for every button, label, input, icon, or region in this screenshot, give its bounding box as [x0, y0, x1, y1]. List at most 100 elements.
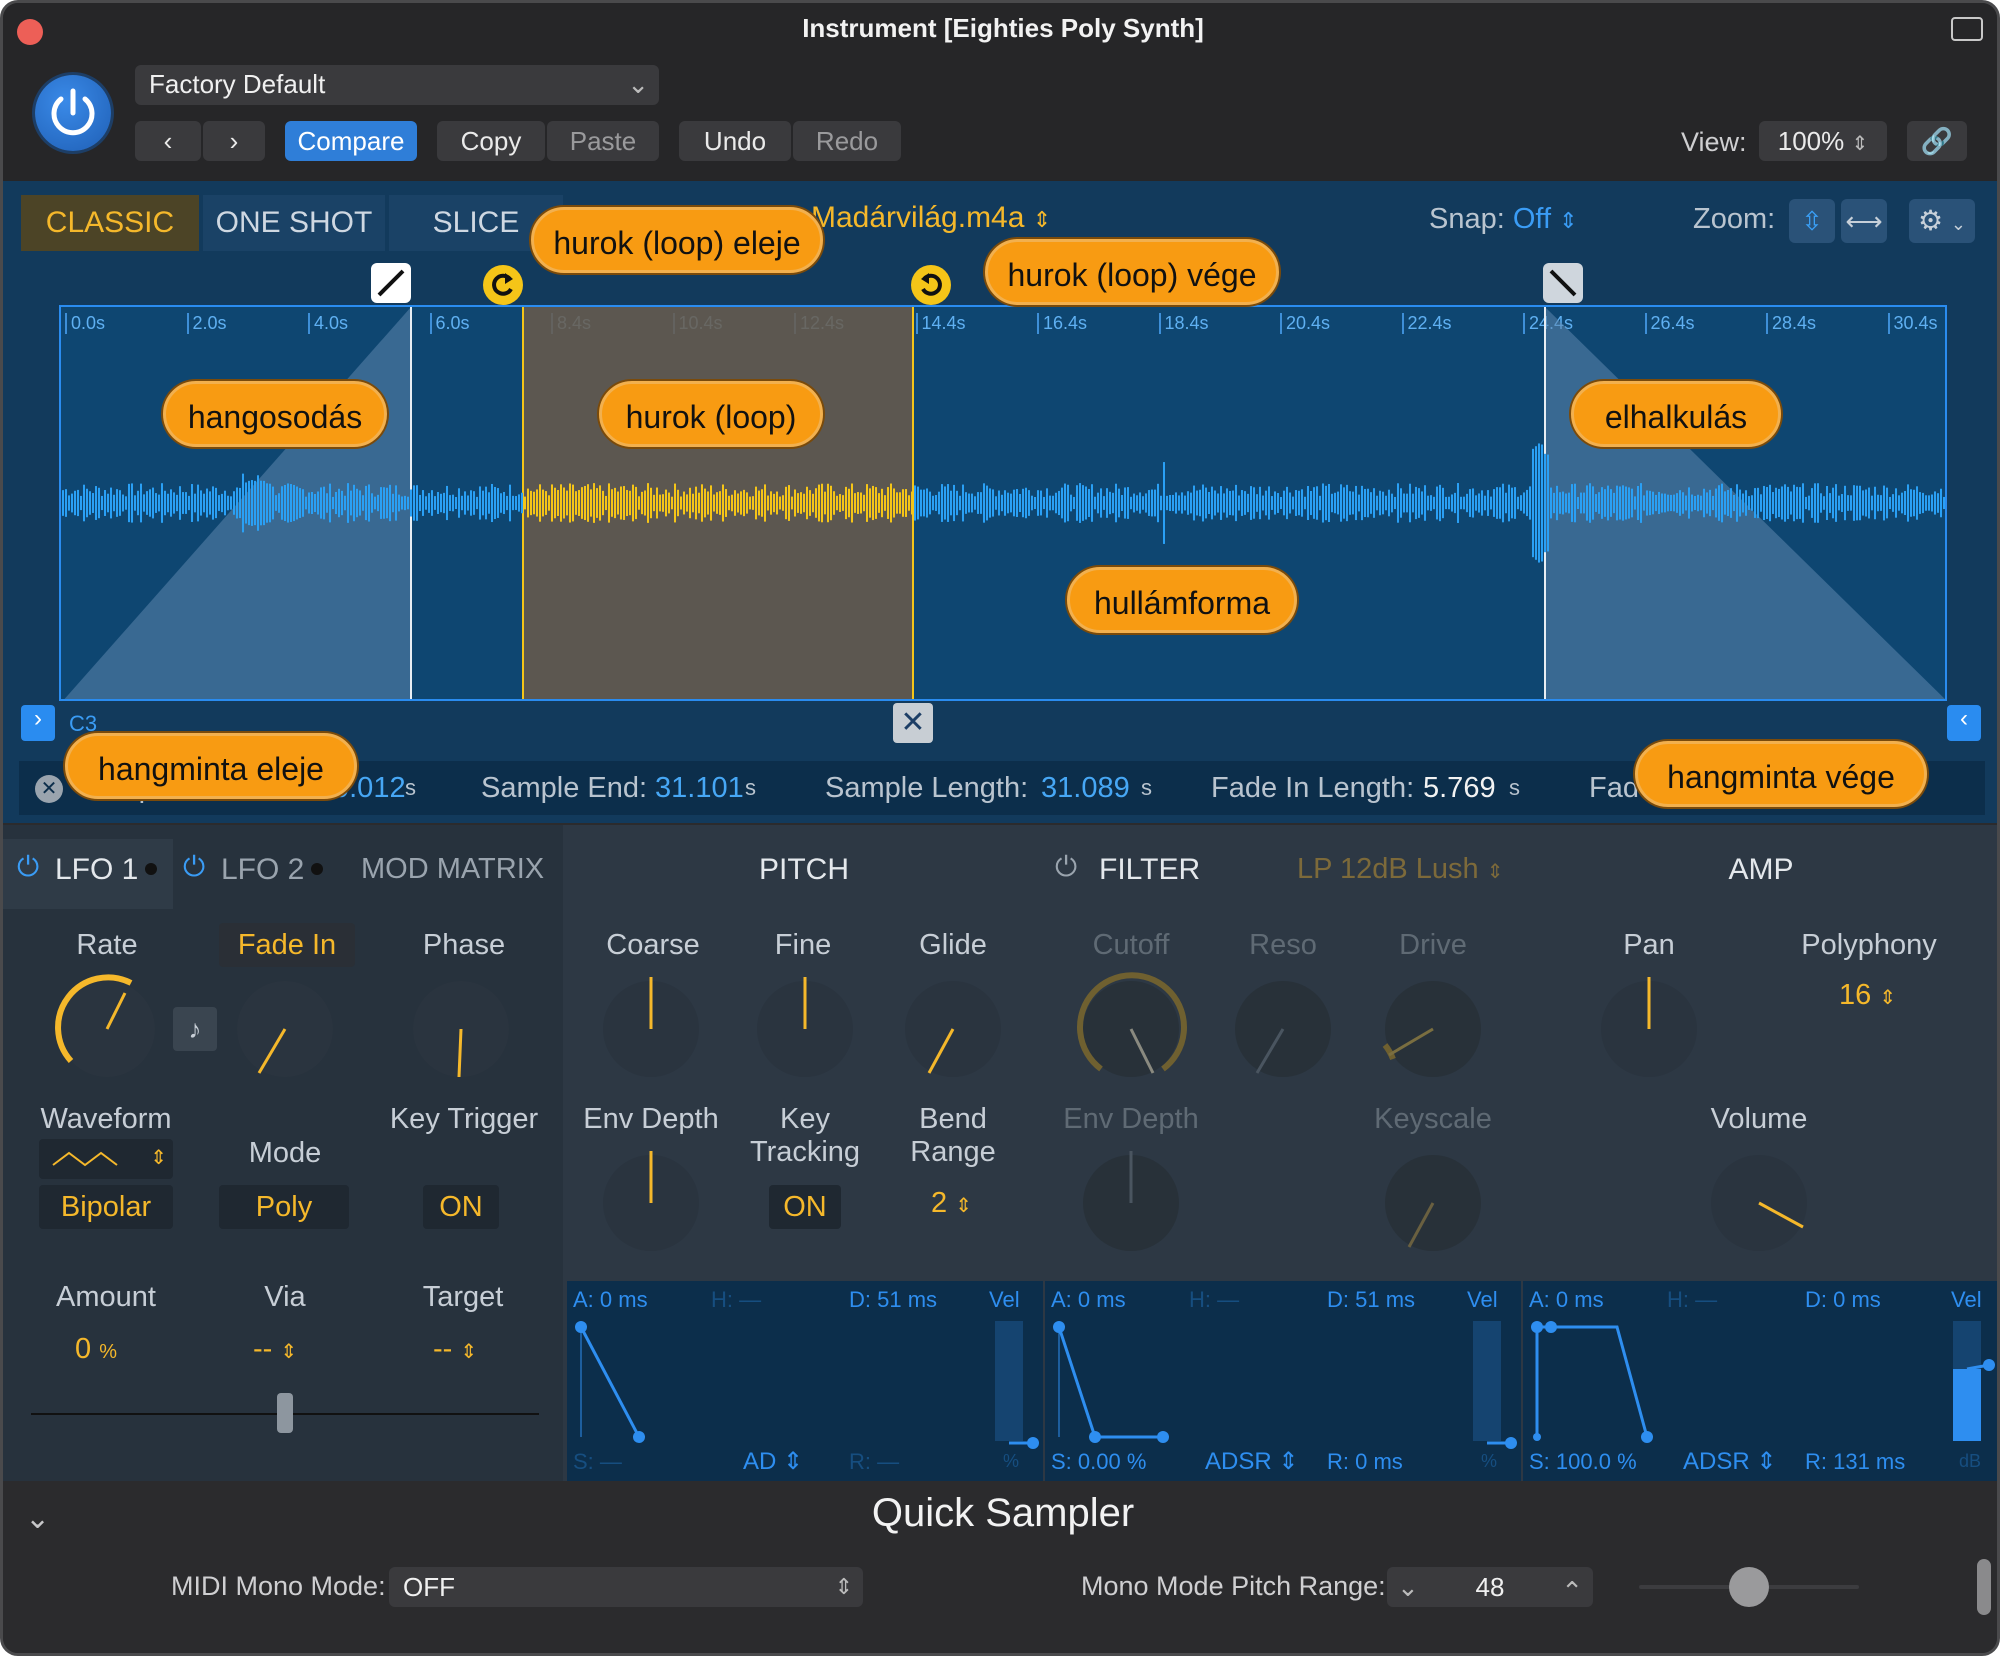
scroll-right-button[interactable]: ‹ — [1947, 705, 1981, 741]
preset-dropdown[interactable]: Factory Default ⌄ — [135, 65, 659, 105]
file-name-select[interactable]: Madárvilág.m4a ⇕ — [811, 201, 1051, 235]
loop-start-handle[interactable] — [483, 265, 523, 305]
polyphony-select[interactable]: 16 ⇕ — [1839, 979, 1896, 1012]
rate-knob[interactable] — [47, 969, 167, 1089]
zoom-vertical-button[interactable]: ⇳ — [1789, 199, 1835, 243]
tab-mod-matrix[interactable]: MOD MATRIX — [361, 853, 544, 886]
filter-type-value: LP 12dB Lush — [1297, 853, 1479, 885]
power-button[interactable] — [35, 75, 111, 151]
filter-type-select[interactable]: LP 12dB Lush ⇕ — [1297, 853, 1504, 886]
callout-fade-out: elhalkulás — [1571, 381, 1781, 447]
power-icon[interactable]: ⏻ — [1055, 851, 1077, 884]
decrement-button[interactable]: ⌄ — [1397, 1567, 1419, 1607]
callout-loop-start: hurok (loop) eleje — [531, 207, 823, 273]
scrollbar[interactable] — [1977, 1559, 1991, 1615]
keyscale-knob[interactable] — [1373, 1143, 1493, 1263]
status-led-icon — [311, 863, 323, 875]
power-icon[interactable]: ⏻ — [17, 851, 39, 884]
loop-start-icon — [492, 273, 513, 296]
pitch-range-stepper[interactable]: ⌄ 48 ⌃ — [1387, 1567, 1593, 1607]
fade-in-handle[interactable] — [371, 263, 411, 303]
loop-end-handle[interactable] — [911, 265, 951, 305]
via-select[interactable]: -- ⇕ — [253, 1333, 297, 1366]
bend-range-select[interactable]: 2 ⇕ — [931, 1187, 972, 1220]
clear-icon[interactable]: ✕ — [35, 775, 63, 803]
link-button[interactable]: 🔗 — [1907, 121, 1967, 161]
fade-in-mode-button[interactable]: Fade In — [219, 923, 355, 967]
copy-button[interactable]: Copy — [437, 121, 545, 161]
phase-label: Phase — [422, 929, 506, 961]
tray-icon[interactable] — [1951, 17, 1983, 41]
compare-button[interactable]: Compare — [285, 121, 417, 161]
prev-preset-button[interactable]: ‹ — [135, 121, 201, 161]
filter-envelope[interactable]: A: 0 ms H: — D: 51 ms Vel S: 0.00 % ADSR… — [1045, 1281, 1521, 1481]
via-label: Via — [264, 1281, 306, 1313]
amount-slider-thumb[interactable] — [277, 1393, 293, 1433]
filter-title: FILTER — [1099, 853, 1201, 886]
amount-value[interactable]: 0 % — [75, 1333, 117, 1366]
drive-knob[interactable] — [1373, 969, 1493, 1089]
unit-label: s — [405, 775, 416, 800]
tempo-sync-button[interactable]: ♪ — [173, 1007, 217, 1051]
paste-button[interactable]: Paste — [547, 121, 659, 161]
env-mode-select[interactable]: ADSR ⇕ — [1683, 1447, 1776, 1476]
callout-sample-end: hangminta vége — [1635, 741, 1927, 807]
env-mode-select[interactable]: AD ⇕ — [743, 1447, 803, 1476]
callout-loop-end: hurok (loop) vége — [985, 239, 1279, 305]
tab-classic[interactable]: CLASSIC — [21, 195, 199, 251]
fade-out-handle[interactable] — [1543, 263, 1583, 303]
snap-control[interactable]: Snap: Off ⇕ — [1429, 203, 1578, 236]
callout-sample-start: hangminta eleje — [65, 733, 357, 799]
waveform-select[interactable]: ⇕ — [39, 1139, 173, 1179]
redo-button[interactable]: Redo — [793, 121, 901, 161]
close-icon: ✕ — [900, 706, 926, 739]
footer-slider-thumb[interactable] — [1729, 1567, 1769, 1607]
reso-knob[interactable] — [1223, 969, 1343, 1089]
fade-in-length-value[interactable]: 5.769 — [1423, 761, 1496, 815]
waveform-display[interactable]: 0.0s2.0s4.0s6.0s8.4s10.4s12.4s14.4s16.4s… — [59, 305, 1947, 701]
volume-label: Volume — [1710, 1103, 1808, 1135]
fade-in-knob[interactable] — [225, 969, 345, 1089]
undo-button[interactable]: Undo — [679, 121, 791, 161]
key-trigger-button[interactable]: ON — [423, 1185, 499, 1229]
view-zoom-select[interactable]: 100% ⇕ — [1759, 121, 1887, 161]
zoom-vertical-icon: ⇳ — [1801, 206, 1823, 236]
coarse-label: Coarse — [606, 929, 700, 961]
amount-number: 0 — [75, 1333, 92, 1365]
pitch-env-depth-knob[interactable] — [591, 1143, 711, 1263]
settings-button[interactable]: ⚙ ⌄ — [1909, 199, 1975, 243]
midi-mono-mode-select[interactable]: OFF ⇕ — [389, 1567, 863, 1607]
sample-end-value[interactable]: 31.101 — [655, 761, 744, 815]
glide-knob[interactable] — [893, 969, 1013, 1089]
zoom-horizontal-button[interactable]: ⟷ — [1841, 199, 1887, 243]
target-select[interactable]: -- ⇕ — [433, 1333, 477, 1366]
pitch-envelope[interactable]: A: 0 ms H: — D: 51 ms Vel S: — AD ⇕ R: —… — [567, 1281, 1043, 1481]
cutoff-knob[interactable] — [1071, 969, 1191, 1089]
unit-label: % — [1481, 1451, 1498, 1471]
scroll-left-button[interactable]: › — [21, 705, 55, 741]
pitch-env-graph — [575, 1321, 1039, 1449]
rate-label: Rate — [76, 929, 138, 961]
poly-button[interactable]: Poly — [219, 1185, 349, 1229]
sample-length-value[interactable]: 31.089 — [1041, 761, 1130, 815]
tab-lfo2[interactable]: LFO 2 — [221, 853, 304, 887]
delete-marker-button[interactable]: ✕ — [893, 703, 933, 743]
coarse-knob[interactable] — [591, 969, 711, 1089]
power-icon[interactable]: ⏻ — [183, 851, 205, 884]
chevron-down-icon: ⌄ — [627, 69, 649, 99]
pan-knob[interactable] — [1589, 969, 1709, 1089]
env-mode-select[interactable]: ADSR ⇕ — [1205, 1447, 1298, 1476]
filter-env-depth-knob[interactable] — [1071, 1143, 1191, 1263]
tab-one-shot[interactable]: ONE SHOT — [203, 195, 385, 251]
bipolar-button[interactable]: Bipolar — [39, 1185, 173, 1229]
key-tracking-button[interactable]: ON — [769, 1185, 841, 1229]
amp-envelope[interactable]: A: 0 ms H: — D: 0 ms Vel S: 100.0 % ADSR… — [1523, 1281, 1997, 1481]
plugin-window: Instrument [Eighties Poly Synth] Factory… — [0, 0, 2000, 1656]
phase-knob[interactable] — [401, 969, 521, 1089]
volume-knob[interactable] — [1699, 1143, 1819, 1263]
increment-button[interactable]: ⌃ — [1561, 1571, 1583, 1611]
next-preset-button[interactable]: › — [203, 121, 265, 161]
key-trigger-label: Key Trigger — [389, 1103, 539, 1135]
fine-knob[interactable] — [745, 969, 865, 1089]
pan-label: Pan — [1623, 929, 1675, 961]
